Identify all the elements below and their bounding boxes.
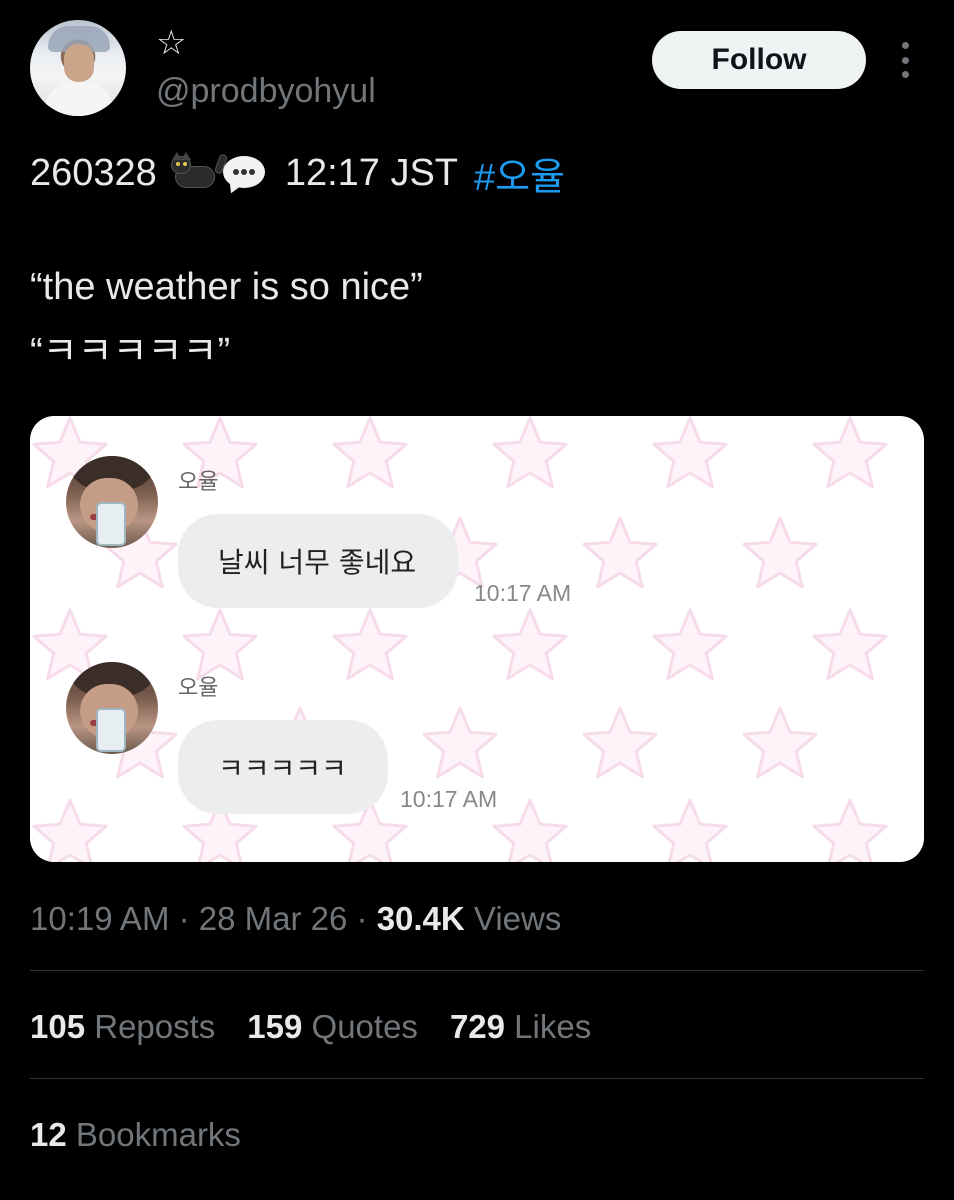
time-jst: 12:17 JST xyxy=(284,152,459,194)
attached-image[interactable]: 오율 날씨 너무 좋네요 10:17 AM 오율 ㅋㅋㅋㅋㅋ 10:17 AM xyxy=(30,416,924,862)
post-text-line-1: 260328 12:17 JST #오율 xyxy=(30,146,565,201)
likes-label: Likes xyxy=(505,1008,592,1045)
views-label: Views xyxy=(464,900,562,937)
views-count: 30.4K xyxy=(376,900,465,937)
chat-message-bubble: 날씨 너무 좋네요 xyxy=(178,514,458,608)
more-dot xyxy=(901,56,909,64)
chat-message-bubble: ㅋㅋㅋㅋㅋ xyxy=(178,720,388,814)
post-time[interactable]: 10:19 AM xyxy=(30,900,169,937)
bookmarks-stat[interactable]: 12 Bookmarks xyxy=(30,1116,241,1154)
background-star xyxy=(812,798,888,862)
more-dot xyxy=(901,42,909,49)
background-star xyxy=(492,416,568,489)
background-star xyxy=(652,416,728,489)
post-date[interactable]: 28 Mar 26 xyxy=(199,900,348,937)
post-quote-korean: “ㅋㅋㅋㅋㅋ” xyxy=(30,331,231,373)
divider xyxy=(30,970,924,971)
background-star xyxy=(492,608,568,681)
more-options-icon[interactable] xyxy=(894,42,916,78)
author-avatar[interactable] xyxy=(30,20,126,116)
speech-bubble-icon xyxy=(221,152,267,196)
quotes-count: 159 xyxy=(247,1008,303,1045)
follow-button[interactable]: Follow xyxy=(652,31,866,89)
more-dot xyxy=(901,71,909,78)
background-star xyxy=(812,416,888,489)
quotes-label: Quotes xyxy=(302,1008,418,1045)
background-star xyxy=(652,798,728,862)
separator-dot: · xyxy=(347,900,377,937)
likes-count: 729 xyxy=(449,1008,505,1045)
engagement-stats: 105 Reposts 159 Quotes 729 Likes xyxy=(30,1008,623,1046)
quotes-stat[interactable]: 159 Quotes xyxy=(247,1008,418,1046)
date-code: 260328 xyxy=(30,152,157,194)
background-star xyxy=(742,516,818,589)
post-timestamp-views: 10:19 AM · 28 Mar 26 · 30.4K Views xyxy=(30,900,561,938)
background-star xyxy=(652,608,728,681)
background-star xyxy=(422,706,498,779)
avatar-shirt xyxy=(44,82,114,116)
post-detail-view: ☆ @prodbyohyul Follow 260328 12:17 JST #… xyxy=(0,0,954,1200)
separator-dot: · xyxy=(169,900,199,937)
chat-avatar xyxy=(66,662,158,754)
bookmarks-label: Bookmarks xyxy=(66,1116,241,1153)
background-star xyxy=(332,608,408,681)
background-star xyxy=(742,706,818,779)
likes-stat[interactable]: 729 Likes xyxy=(450,1008,591,1046)
background-star xyxy=(32,798,108,862)
bookmarks-count: 12 xyxy=(30,1116,67,1153)
avatar-face xyxy=(64,44,94,82)
reposts-stat[interactable]: 105 Reposts xyxy=(30,1008,215,1046)
chat-sender-name: 오율 xyxy=(178,676,219,701)
chat-sender-name: 오율 xyxy=(178,470,219,495)
chat-message-time: 10:17 AM xyxy=(474,580,572,606)
background-star xyxy=(182,608,258,681)
author-display-name[interactable]: ☆ xyxy=(156,26,186,60)
chat-avatar xyxy=(66,456,158,548)
background-star xyxy=(332,416,408,489)
background-star xyxy=(812,608,888,681)
background-star xyxy=(582,706,658,779)
post-quote-english: “the weather is so nice” xyxy=(30,266,423,308)
hashtag-link[interactable]: #오율 xyxy=(474,146,565,201)
chat-message-time: 10:17 AM xyxy=(400,786,498,812)
background-star xyxy=(582,516,658,589)
author-handle[interactable]: @prodbyohyul xyxy=(156,72,376,111)
divider xyxy=(30,1078,924,1079)
reposts-label: Reposts xyxy=(85,1008,216,1045)
black-cat-icon xyxy=(170,151,228,196)
background-star xyxy=(492,798,568,862)
reposts-count: 105 xyxy=(30,1008,86,1045)
